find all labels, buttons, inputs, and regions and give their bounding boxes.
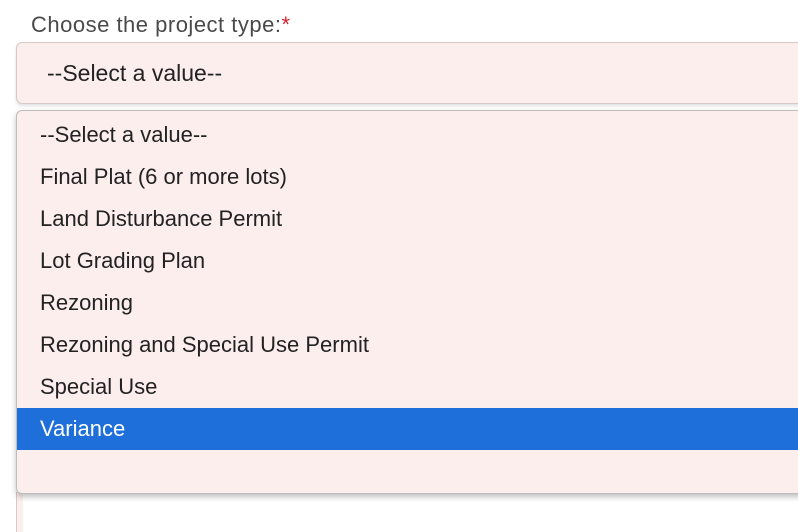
selected-value: --Select a value-- xyxy=(47,60,223,86)
option-special-use[interactable]: Special Use xyxy=(17,366,798,408)
option-land-disturbance-permit[interactable]: Land Disturbance Permit xyxy=(17,198,798,240)
option-rezoning-and-special-use-permit[interactable]: Rezoning and Special Use Permit xyxy=(17,324,798,366)
project-type-select[interactable]: --Select a value-- xyxy=(16,42,798,104)
project-type-label-text: Choose the project type: xyxy=(31,12,282,37)
option-select-a-value[interactable]: --Select a value-- xyxy=(17,114,798,156)
project-type-label: Choose the project type:* xyxy=(31,12,291,38)
option-variance[interactable]: Variance xyxy=(17,408,798,450)
option-final-plat[interactable]: Final Plat (6 or more lots) xyxy=(17,156,798,198)
background-field-edge xyxy=(16,492,23,532)
option-lot-grading-plan[interactable]: Lot Grading Plan xyxy=(17,240,798,282)
option-rezoning[interactable]: Rezoning xyxy=(17,282,798,324)
required-marker: * xyxy=(281,12,291,37)
project-type-options-list: --Select a value-- Final Plat (6 or more… xyxy=(16,110,798,494)
